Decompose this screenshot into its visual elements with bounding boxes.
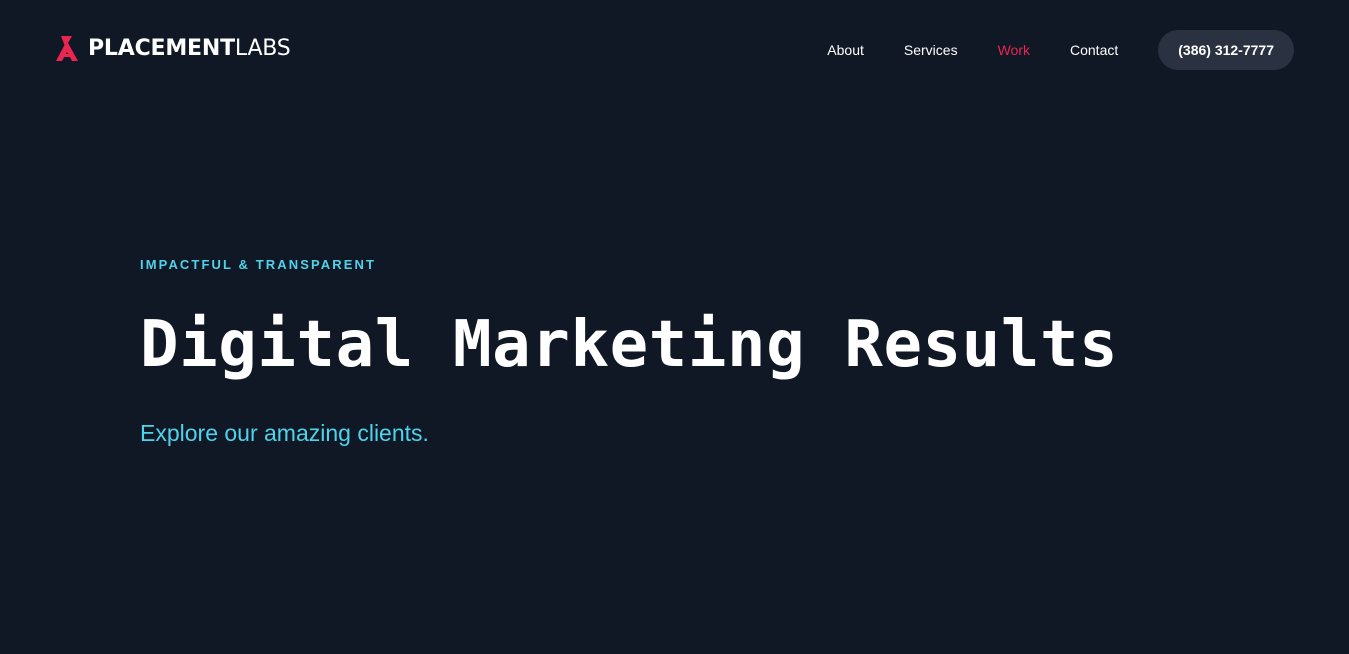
hero-subhead: Explore our amazing clients. <box>140 420 429 446</box>
hero-section: IMPACTFUL & TRANSPARENT Digital Marketin… <box>140 255 1240 449</box>
nav-item-work[interactable]: Work <box>998 30 1030 70</box>
logo-wordmark-light: LABS <box>234 36 291 61</box>
hero-headline: Digital Marketing Results <box>140 308 1119 382</box>
nav-item-services[interactable]: Services <box>904 30 958 70</box>
site-header: PLACEMENTLABS About Services Work Contac… <box>0 0 1349 100</box>
logo-wordmark-bold: PLACEMENT <box>88 36 235 61</box>
nav-item-about[interactable]: About <box>827 30 864 70</box>
site-logo[interactable]: PLACEMENTLABS <box>54 33 291 65</box>
nav-item-contact[interactable]: Contact <box>1070 30 1118 70</box>
logo-wordmark: PLACEMENTLABS <box>88 38 291 60</box>
logo-mark-icon <box>56 36 78 61</box>
hero-eyebrow: IMPACTFUL & TRANSPARENT <box>140 257 377 272</box>
phone-button[interactable]: (386) 312-7777 <box>1158 30 1294 70</box>
main-nav: About Services Work Contact (386) 312-77… <box>827 30 1294 70</box>
